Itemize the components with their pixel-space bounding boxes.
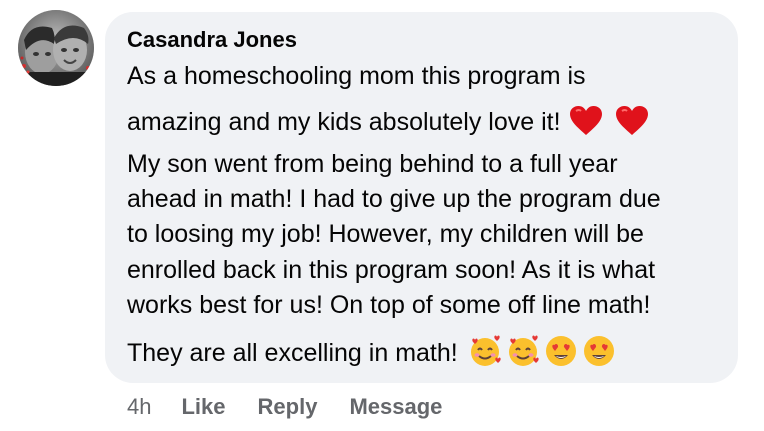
smiling-face-with-hearts-icon	[508, 335, 539, 367]
comment: Casandra Jones As a homeschooling mom th…	[0, 0, 764, 431]
message-button[interactable]: Message	[349, 394, 442, 420]
comment-line-text: They are all excelling in math!	[127, 339, 458, 367]
heart-eyes-icon	[545, 336, 576, 367]
comment-line-text: amazing and my kids absolutely love it!	[127, 108, 561, 136]
comment-actions: 4h Like Reply Message	[127, 391, 474, 423]
heart-eyes-icon	[583, 336, 614, 367]
comment-line: My son went from being behind to a full …	[127, 150, 618, 178]
reply-button[interactable]: Reply	[258, 394, 318, 420]
profile-photo	[18, 10, 94, 86]
comment-line: ahead in math! I had to give up the prog…	[127, 185, 661, 213]
red-heart-icon	[569, 105, 602, 135]
red-heart-icon	[615, 105, 648, 135]
avatar[interactable]	[18, 10, 94, 86]
comment-line: amazing and my kids absolutely love it!	[127, 105, 649, 139]
author-name[interactable]: Casandra Jones	[127, 26, 297, 54]
smiling-face-with-hearts-icon	[470, 335, 501, 367]
comment-line: As a homeschooling mom this program is	[127, 62, 586, 90]
like-button[interactable]: Like	[181, 394, 225, 420]
comment-line: works best for us! On top of some off li…	[127, 291, 651, 319]
timestamp[interactable]: 4h	[127, 394, 151, 420]
comment-line: enrolled back in this program soon! As i…	[127, 256, 656, 284]
comment-line: to loosing my job! However, my children …	[127, 220, 644, 248]
comment-line: They are all excelling in math!	[127, 335, 616, 371]
